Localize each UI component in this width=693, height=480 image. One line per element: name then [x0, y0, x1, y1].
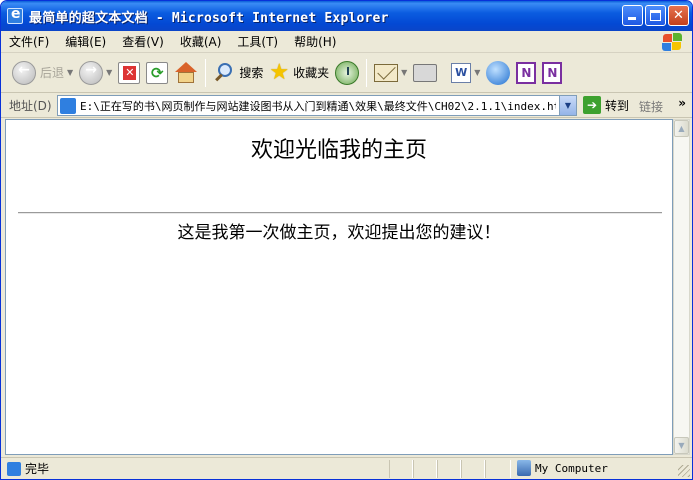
refresh-icon: ⟳	[146, 61, 169, 84]
windows-logo-icon	[662, 33, 684, 51]
close-button[interactable]: ✕	[668, 5, 689, 26]
toolbar-separator	[366, 58, 368, 87]
onenote-icon: N	[542, 61, 563, 84]
history-button[interactable]	[332, 57, 362, 89]
minimize-icon	[628, 17, 636, 20]
vertical-scrollbar[interactable]: ▲ ▼	[673, 119, 690, 455]
favorites-button[interactable]: ★ 收藏夹	[266, 57, 332, 89]
page-heading: 欢迎光临我的主页	[250, 138, 427, 163]
search-label: 搜索	[239, 66, 264, 80]
status-bar: 完毕 My Computer	[1, 457, 692, 479]
stop-button[interactable]: ✕	[115, 57, 143, 89]
edit-dropdown-icon[interactable]: ▼	[474, 68, 480, 77]
forward-arrow-icon: →	[79, 60, 104, 85]
menu-bar: 文件(F) 编辑(E) 查看(V) 收藏(A) 工具(T) 帮助(H)	[1, 31, 692, 53]
window-controls: ✕	[622, 5, 689, 26]
printer-icon	[413, 63, 438, 82]
window-title: 最简单的超文本文档 - Microsoft Internet Explorer	[29, 10, 389, 26]
address-url[interactable]: E:\正在写的书\网页制作与网站建设图书从入门到精通\效果\最终文件\CH02\…	[80, 98, 556, 114]
mail-button[interactable]: ▼	[371, 57, 410, 89]
go-arrow-icon: ➔	[583, 96, 601, 114]
history-icon	[335, 60, 360, 85]
back-button[interactable]: ← 后退 ▼	[9, 57, 76, 89]
status-pane	[485, 460, 511, 478]
mail-dropdown-icon[interactable]: ▼	[401, 68, 407, 77]
address-input[interactable]: E:\正在写的书\网页制作与网站建设图书从入门到精通\效果\最终文件\CH02\…	[57, 95, 577, 116]
page-paragraph: 这是我第一次做主页，欢迎提出您的建议！	[177, 223, 501, 243]
resize-grip-icon[interactable]	[678, 465, 690, 477]
status-text: 完毕	[25, 462, 50, 476]
title-bar[interactable]: 最简单的超文本文档 - Microsoft Internet Explorer …	[1, 1, 692, 31]
status-pane	[461, 460, 485, 478]
onenote-send-icon: N	[516, 61, 537, 84]
menu-favorites[interactable]: 收藏(A)	[172, 33, 230, 50]
address-dropdown-icon[interactable]: ▼	[559, 96, 576, 115]
forward-button[interactable]: → ▼	[76, 57, 115, 89]
menu-file[interactable]: 文件(F)	[1, 33, 57, 50]
horizontal-rule	[18, 212, 662, 214]
onenote-send-button[interactable]: N	[513, 57, 539, 89]
stop-icon: ✕	[118, 61, 141, 84]
edit-button[interactable]: W ▼	[448, 57, 483, 89]
close-icon: ✕	[673, 8, 684, 23]
back-label: 后退	[40, 66, 65, 80]
favorites-star-icon: ★	[269, 59, 290, 85]
ie-window: 最简单的超文本文档 - Microsoft Internet Explorer …	[0, 0, 693, 480]
messenger-button[interactable]	[483, 57, 513, 89]
scroll-up-icon[interactable]: ▲	[674, 120, 689, 137]
back-arrow-icon: ←	[12, 60, 36, 85]
forward-dropdown-icon[interactable]: ▼	[106, 68, 112, 77]
minimize-button[interactable]	[622, 5, 643, 26]
favorites-label: 收藏夹	[293, 66, 330, 80]
go-label: 转到	[605, 98, 630, 113]
page-icon	[60, 97, 76, 114]
scroll-down-icon[interactable]: ▼	[674, 437, 689, 454]
home-icon	[174, 61, 198, 84]
menu-view[interactable]: 查看(V)	[114, 33, 172, 50]
toolbar-separator	[205, 58, 207, 87]
refresh-button[interactable]: ⟳	[143, 57, 171, 89]
status-pane	[437, 460, 461, 478]
ie-icon	[7, 6, 23, 24]
zone-label: My Computer	[535, 461, 608, 475]
maximize-button[interactable]	[645, 5, 666, 26]
links-chevron-icon[interactable]: »	[678, 96, 686, 110]
search-button[interactable]: 搜索	[210, 57, 266, 89]
security-zone: My Computer	[517, 460, 608, 476]
home-button[interactable]	[171, 57, 201, 89]
onenote-button[interactable]: N	[539, 57, 565, 89]
address-bar: 地址(D) E:\正在写的书\网页制作与网站建设图书从入门到精通\效果\最终文件…	[1, 93, 692, 118]
print-button[interactable]	[410, 57, 440, 89]
page-content: 欢迎光临我的主页 这是我第一次做主页，欢迎提出您的建议！	[5, 119, 673, 455]
maximize-icon	[650, 10, 661, 21]
status-page-icon	[7, 461, 21, 476]
status-pane	[413, 460, 437, 478]
go-button[interactable]: ➔ 转到	[583, 96, 629, 114]
my-computer-icon	[517, 460, 531, 476]
links-button[interactable]: 链接	[639, 98, 663, 115]
address-label: 地址(D)	[9, 98, 52, 113]
standard-toolbar: ← 后退 ▼ → ▼ ✕ ⟳ 搜索 ★ 收藏夹 ▼ W ▼ N N	[1, 53, 692, 93]
menu-help[interactable]: 帮助(H)	[286, 33, 344, 50]
mail-icon	[374, 63, 399, 82]
search-icon	[213, 62, 235, 84]
status-pane	[389, 460, 413, 478]
messenger-icon	[486, 60, 511, 85]
menu-tools[interactable]: 工具(T)	[229, 33, 286, 50]
back-dropdown-icon[interactable]: ▼	[67, 68, 73, 77]
menu-edit[interactable]: 编辑(E)	[57, 33, 114, 50]
word-icon: W	[451, 62, 472, 83]
